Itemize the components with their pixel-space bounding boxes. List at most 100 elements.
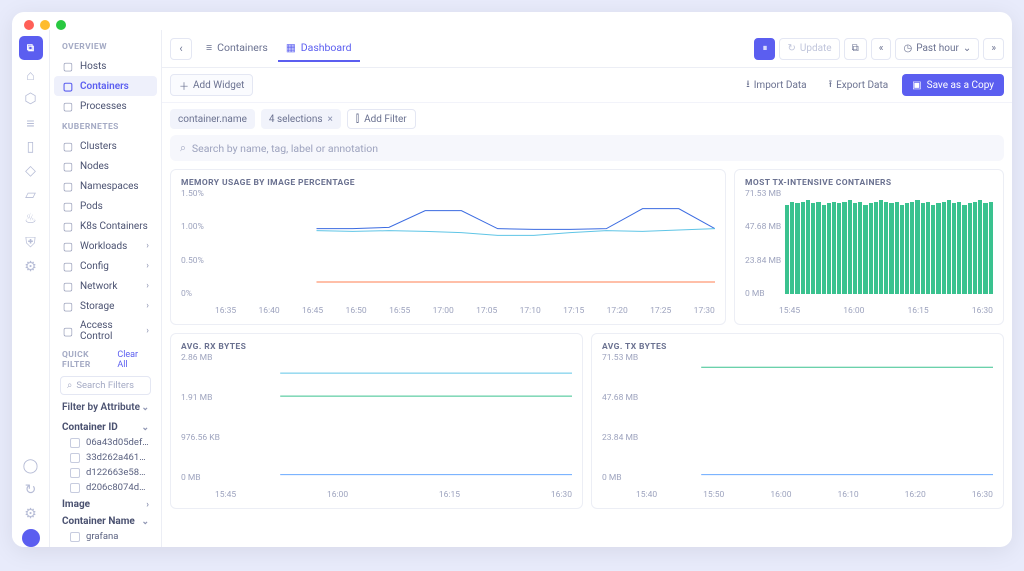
filter-item[interactable]: 33d262a461af037… [54,450,157,465]
rail-shield-icon[interactable]: ⛨ [22,234,40,252]
sidebar-item-config[interactable]: ▢Config› [54,256,157,276]
copy-button[interactable]: ⧉ [844,38,867,60]
search-input[interactable]: ⌕ Search by name, tag, label or annotati… [170,135,1004,161]
filter-chip-selections[interactable]: 4 selections× [261,109,341,129]
x-tick: 17:10 [520,306,541,316]
filter-group-image[interactable]: Image› [54,495,157,512]
chevron-down-icon: ⌄ [141,423,149,433]
checkbox-icon[interactable] [70,483,80,493]
sidebar-item-k8s-containers[interactable]: ▢K8s Containers [54,216,157,236]
maximize-icon[interactable] [56,20,66,30]
time-range-dropdown[interactable]: ◷Past hour⌄ [895,38,979,60]
close-icon[interactable] [24,20,34,30]
rail-headset-icon[interactable]: ◯ [22,457,40,475]
toolbar: ＋Add Widget ⭳Import Data ⭱Export Data ▣S… [162,68,1012,103]
bar [806,200,810,294]
bar [790,202,794,294]
pause-button[interactable]: ⏸ [754,38,775,60]
sidebar-item-workloads[interactable]: ▢Workloads› [54,236,157,256]
rail-file-icon[interactable]: ▯ [22,138,40,156]
minimize-icon[interactable] [40,20,50,30]
checkbox-icon[interactable] [70,453,80,463]
bar [989,202,993,294]
sidebar-item-nodes[interactable]: ▢Nodes [54,156,157,176]
quickfilter-title: QUICK FILTER [62,350,117,370]
rail-chat-icon[interactable]: ◇ [22,162,40,180]
rail-settings-icon[interactable]: ⚙ [22,505,40,523]
filter-group-container-name[interactable]: Container Name⌄ [54,512,157,529]
filter-by-attribute[interactable]: Filter by Attribute ⌄ [54,397,157,418]
checkbox-icon[interactable] [70,438,80,448]
sidebar-item-namespaces[interactable]: ▢Namespaces [54,176,157,196]
filter-item[interactable]: 06a43d05defab9a… [54,435,157,450]
sidebar-item-containers[interactable]: ▢Containers [54,76,157,96]
checkbox-icon[interactable] [70,532,80,542]
app-logo-icon[interactable]: ⧉ [19,36,43,60]
sidebar-item-hosts[interactable]: ▢Hosts [54,56,157,76]
list-icon: ≡ [206,41,212,54]
x-tick: 16:00 [770,490,791,500]
x-tick: 17:30 [694,306,715,316]
filter-item[interactable]: d122663e584930… [54,465,157,480]
bar [837,203,841,294]
x-tick: 15:40 [636,490,657,500]
update-button[interactable]: ↻Update [779,38,839,60]
add-widget-button[interactable]: ＋Add Widget [170,74,253,96]
bar [905,203,909,294]
rail-gear-icon[interactable]: ⚙ [22,258,40,276]
checkbox-icon[interactable] [70,468,80,478]
wl-icon: ▢ [62,240,74,252]
close-icon[interactable]: × [328,114,333,125]
tab-dashboard[interactable]: ▦Dashboard [278,35,360,62]
stor-icon: ▢ [62,300,74,312]
time-prev-button[interactable]: « [871,38,892,60]
save-as-copy-button[interactable]: ▣Save as a Copy [902,74,1004,96]
rail-avatar-icon[interactable] [22,529,40,547]
y-tick: 71.53 MB [745,189,781,199]
import-data-button[interactable]: ⭳Import Data [738,74,814,96]
card-rx-bytes: AVG. RX BYTES 2.86 MB1.91 MB976.56 KB0 M… [170,333,583,509]
sidebar-item-clusters[interactable]: ▢Clusters [54,136,157,156]
filter-chip-key[interactable]: container.name [170,109,255,129]
chart-title: MEMORY USAGE BY IMAGE PERCENTAGE [181,178,715,188]
tab-label: Containers [217,41,268,54]
bar [832,202,836,294]
bar [915,200,919,294]
sidebar-item-pods[interactable]: ▢Pods [54,196,157,216]
upload-icon: ⭱ [829,77,833,94]
filter-group-container-id[interactable]: Container ID⌄ [54,418,157,435]
filter-item[interactable]: d206c8074de91fb… [54,480,157,495]
rail-fire-icon[interactable]: ♨ [22,210,40,228]
add-filter-button[interactable]: ⫿Add Filter [347,109,416,129]
clear-all-link[interactable]: Clear All [117,350,149,370]
bar [942,202,946,294]
chevron-right-icon: › [146,241,149,251]
chevron-right-icon: › [146,500,149,510]
sidebar-item-access-control[interactable]: ▢Access Control› [54,316,157,346]
sidebar-item-processes[interactable]: ▢Processes [54,96,157,116]
sidebar-item-network[interactable]: ▢Network› [54,276,157,296]
filter-item-label: d206c8074de91fb… [86,482,149,493]
back-button[interactable]: ‹ [170,38,192,60]
quickfilter-search[interactable]: ⌕ Search Filters [60,376,151,395]
x-tick: 16:00 [843,306,864,316]
tab-containers[interactable]: ≡ Containers [198,35,276,62]
tab-label: Dashboard [301,41,352,54]
rail-lines-icon[interactable]: ≡ [22,114,40,132]
chevron-down-icon: ⌄ [141,403,149,413]
filter-icon: ⫿ [356,114,359,125]
sidebar-item-storage[interactable]: ▢Storage› [54,296,157,316]
rail-sync-icon[interactable]: ↻ [22,481,40,499]
filter-item[interactable]: grafana [54,529,157,544]
rail-hex-icon[interactable]: ⬡ [22,90,40,108]
y-tick: 47.68 MB [745,222,781,232]
bar [842,202,846,294]
time-next-button[interactable]: » [983,38,1004,60]
pod-icon: ▢ [62,200,74,212]
export-data-button[interactable]: ⭱Export Data [821,74,897,96]
chart-title: MOST TX-INTENSIVE CONTAINERS [745,178,993,188]
rail-home-icon[interactable]: ⌂ [22,66,40,84]
rail-layers-icon[interactable]: ▱ [22,186,40,204]
x-tick: 15:45 [215,490,236,500]
x-tick: 17:00 [433,306,454,316]
